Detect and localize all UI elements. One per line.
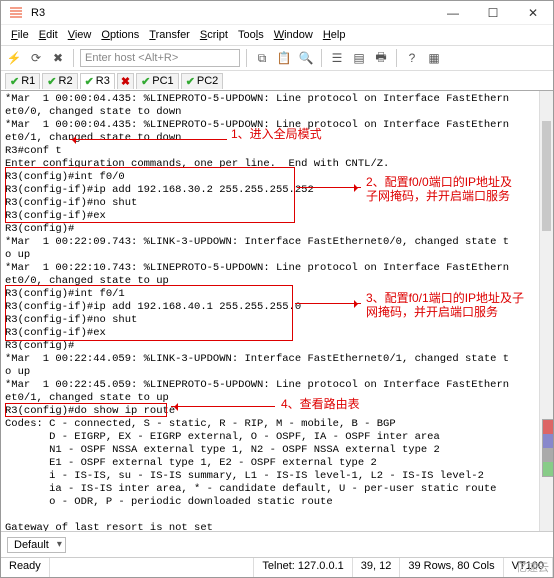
quick-connect-icon[interactable]: ⚡: [5, 49, 23, 67]
menu-script[interactable]: Script: [200, 29, 228, 41]
session-tabs: ✔R1 ✔R2 ✔R3 ✖ ✔PC1 ✔PC2: [1, 71, 553, 91]
terminal-pane[interactable]: *Mar 1 00:00:04.435: %LINEPROTO-5-UPDOWN…: [1, 91, 553, 531]
tab-close[interactable]: ✖: [117, 73, 134, 89]
status-telnet: Telnet: 127.0.0.1: [254, 558, 352, 577]
options-icon[interactable]: ☰: [328, 49, 346, 67]
maximize-button[interactable]: ☐: [473, 1, 513, 25]
menu-transfer[interactable]: Transfer: [149, 29, 190, 41]
tab-r2[interactable]: ✔R2: [42, 73, 77, 89]
status-cursor: 39, 12: [353, 558, 401, 577]
tab-pc1[interactable]: ✔PC1: [136, 73, 179, 89]
titlebar: R3 ― ☐ ✕: [1, 1, 553, 25]
menu-edit[interactable]: Edit: [39, 29, 58, 41]
tab-r1[interactable]: ✔R1: [5, 73, 40, 89]
print-icon[interactable]: 🖶: [372, 49, 390, 67]
check-icon: ✔: [47, 75, 56, 88]
annotation-2: 2、配置f0/0端口的IP地址及 子网掩码，并开启端口服务: [366, 175, 512, 203]
annotation-4: 4、查看路由表: [281, 397, 360, 411]
minimize-button[interactable]: ―: [433, 1, 473, 25]
menu-help[interactable]: Help: [323, 29, 346, 41]
check-icon: ✔: [141, 75, 150, 88]
copy-icon[interactable]: ⧉: [253, 49, 271, 67]
find-icon[interactable]: 🔍: [297, 49, 315, 67]
disconnect-icon[interactable]: ✖: [49, 49, 67, 67]
menubar: File Edit View Options Transfer Script T…: [1, 25, 553, 45]
menu-tools[interactable]: Tools: [238, 29, 264, 41]
window-title: R3: [31, 7, 433, 19]
status-ready: Ready: [1, 558, 50, 577]
app-window: R3 ― ☐ ✕ File Edit View Options Transfer…: [0, 0, 554, 578]
check-icon: ✔: [10, 75, 19, 88]
help-icon[interactable]: ?: [403, 49, 421, 67]
check-icon: ✔: [85, 75, 94, 88]
tab-pc2[interactable]: ✔PC2: [181, 73, 224, 89]
menu-options[interactable]: Options: [101, 29, 139, 41]
status-size: 39 Rows, 80 Cols: [400, 558, 503, 577]
menu-view[interactable]: View: [68, 29, 92, 41]
session-icon[interactable]: ▤: [350, 49, 368, 67]
menu-file[interactable]: File: [11, 29, 29, 41]
check-icon: ✔: [186, 75, 195, 88]
statusbar: Ready Telnet: 127.0.0.1 39, 12 39 Rows, …: [1, 557, 553, 577]
host-input[interactable]: Enter host <Alt+R>: [80, 49, 240, 67]
send-mode-dropdown[interactable]: Default: [7, 537, 66, 553]
close-icon: ✖: [121, 75, 130, 88]
annotation-1: 1、进入全局模式: [231, 127, 322, 141]
tab-r3[interactable]: ✔R3: [80, 73, 115, 89]
bottom-bar: Default: [1, 531, 553, 557]
menu-window[interactable]: Window: [274, 29, 313, 41]
side-floater: [542, 419, 554, 477]
script-icon[interactable]: ▦: [425, 49, 443, 67]
paste-icon[interactable]: 📋: [275, 49, 293, 67]
reconnect-icon[interactable]: ⟳: [27, 49, 45, 67]
watermark: 亿速云: [516, 559, 549, 575]
annotation-3: 3、配置f0/1端口的IP地址及子 网掩码，并开启端口服务: [366, 291, 524, 319]
close-button[interactable]: ✕: [513, 1, 553, 25]
app-icon: [7, 4, 25, 22]
toolbar: ⚡ ⟳ ✖ Enter host <Alt+R> ⧉ 📋 🔍 ☰ ▤ 🖶 ? ▦: [1, 45, 553, 71]
scroll-thumb[interactable]: [542, 121, 551, 231]
